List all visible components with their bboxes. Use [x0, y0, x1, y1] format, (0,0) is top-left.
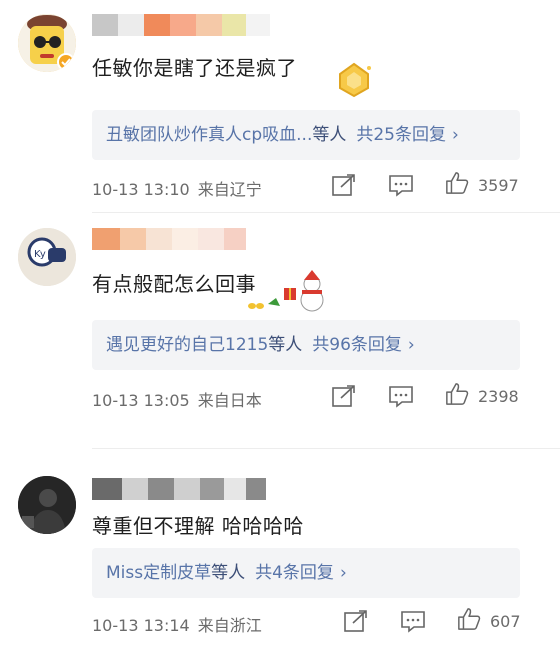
- comment-meta: 10-13 13:10 来自辽宁: [92, 176, 262, 200]
- comment-item: Ky 有点般配怎么回事 遇见更好的自己1215等人 共96条回复 › 10-13 1…: [0, 212, 560, 442]
- comment-item: 任敏你是瞎了还是疯了 丑敏团队炒作真人cp吸血...等人 共25条回复 › 10-1…: [0, 0, 560, 210]
- chevron-right-icon: ›: [452, 125, 459, 145]
- reply-users[interactable]: Miss定制皮草: [106, 563, 211, 583]
- reply-count[interactable]: 共25条回复: [356, 125, 446, 145]
- comment-icon[interactable]: [388, 384, 414, 408]
- comment-text: 任敏你是瞎了还是疯了: [92, 56, 297, 80]
- christmas-snowman-icon: [248, 270, 324, 312]
- comment-icon[interactable]: [400, 609, 426, 633]
- comment-item: 尊重但不理解 哈哈哈哈 Miss定制皮草等人 共4条回复 › 10-13 13:14…: [0, 448, 560, 648]
- avatar[interactable]: Ky: [18, 228, 76, 286]
- share-icon[interactable]: [343, 609, 369, 633]
- gold-coin-badge-icon: [339, 62, 371, 98]
- reply-users[interactable]: 遇见更好的自己1215: [106, 335, 268, 355]
- reply-etc: 等人: [268, 335, 303, 355]
- timestamp: 10-13 13:05: [92, 391, 190, 410]
- chevron-right-icon: ›: [407, 335, 415, 355]
- location: 来自浙江: [197, 616, 262, 635]
- photo-avatar-icon: [18, 476, 76, 534]
- like-count: 2398: [478, 387, 519, 406]
- like-icon[interactable]: [444, 382, 470, 406]
- reply-etc: 等人: [211, 563, 246, 583]
- like-count: 3597: [478, 176, 519, 195]
- like-icon[interactable]: [444, 171, 470, 195]
- username-blurred[interactable]: [92, 14, 270, 36]
- location: 来自日本: [197, 391, 262, 410]
- comment-text: 尊重但不理解 哈哈哈哈: [92, 514, 304, 538]
- comment-icon[interactable]: [388, 173, 414, 197]
- reply-summary[interactable]: Miss定制皮草等人 共4条回复 ›: [92, 548, 520, 598]
- timestamp: 10-13 13:14: [92, 616, 190, 635]
- reply-etc: 等人: [312, 125, 347, 145]
- chevron-right-icon: ›: [339, 563, 347, 583]
- cartoon-character-avatar-icon: [18, 14, 76, 72]
- like-icon[interactable]: [456, 607, 482, 631]
- share-icon[interactable]: [331, 384, 357, 408]
- share-icon[interactable]: [331, 173, 357, 197]
- reply-summary[interactable]: 遇见更好的自己1215等人 共96条回复 ›: [92, 320, 520, 370]
- comment-meta: 10-13 13:14 来自浙江: [92, 612, 262, 636]
- avatar[interactable]: [18, 476, 76, 534]
- svg-text:Ky: Ky: [34, 249, 46, 260]
- like-count: 607: [490, 612, 521, 631]
- reply-users[interactable]: 丑敏团队炒作真人cp吸血...: [106, 125, 312, 145]
- comment-text: 有点般配怎么回事: [92, 272, 256, 296]
- timestamp: 10-13 13:10: [92, 180, 190, 199]
- sticker-avatar-icon: Ky: [18, 228, 76, 286]
- reply-count[interactable]: 共4条回复: [255, 563, 334, 583]
- avatar[interactable]: [18, 14, 76, 72]
- username-blurred[interactable]: [92, 228, 246, 250]
- username-blurred[interactable]: [92, 478, 266, 500]
- comment-meta: 10-13 13:05 来自日本: [92, 387, 262, 411]
- reply-summary[interactable]: 丑敏团队炒作真人cp吸血...等人 共25条回复 ›: [92, 110, 520, 160]
- reply-count[interactable]: 共96条回复: [312, 335, 402, 355]
- location: 来自辽宁: [197, 180, 262, 199]
